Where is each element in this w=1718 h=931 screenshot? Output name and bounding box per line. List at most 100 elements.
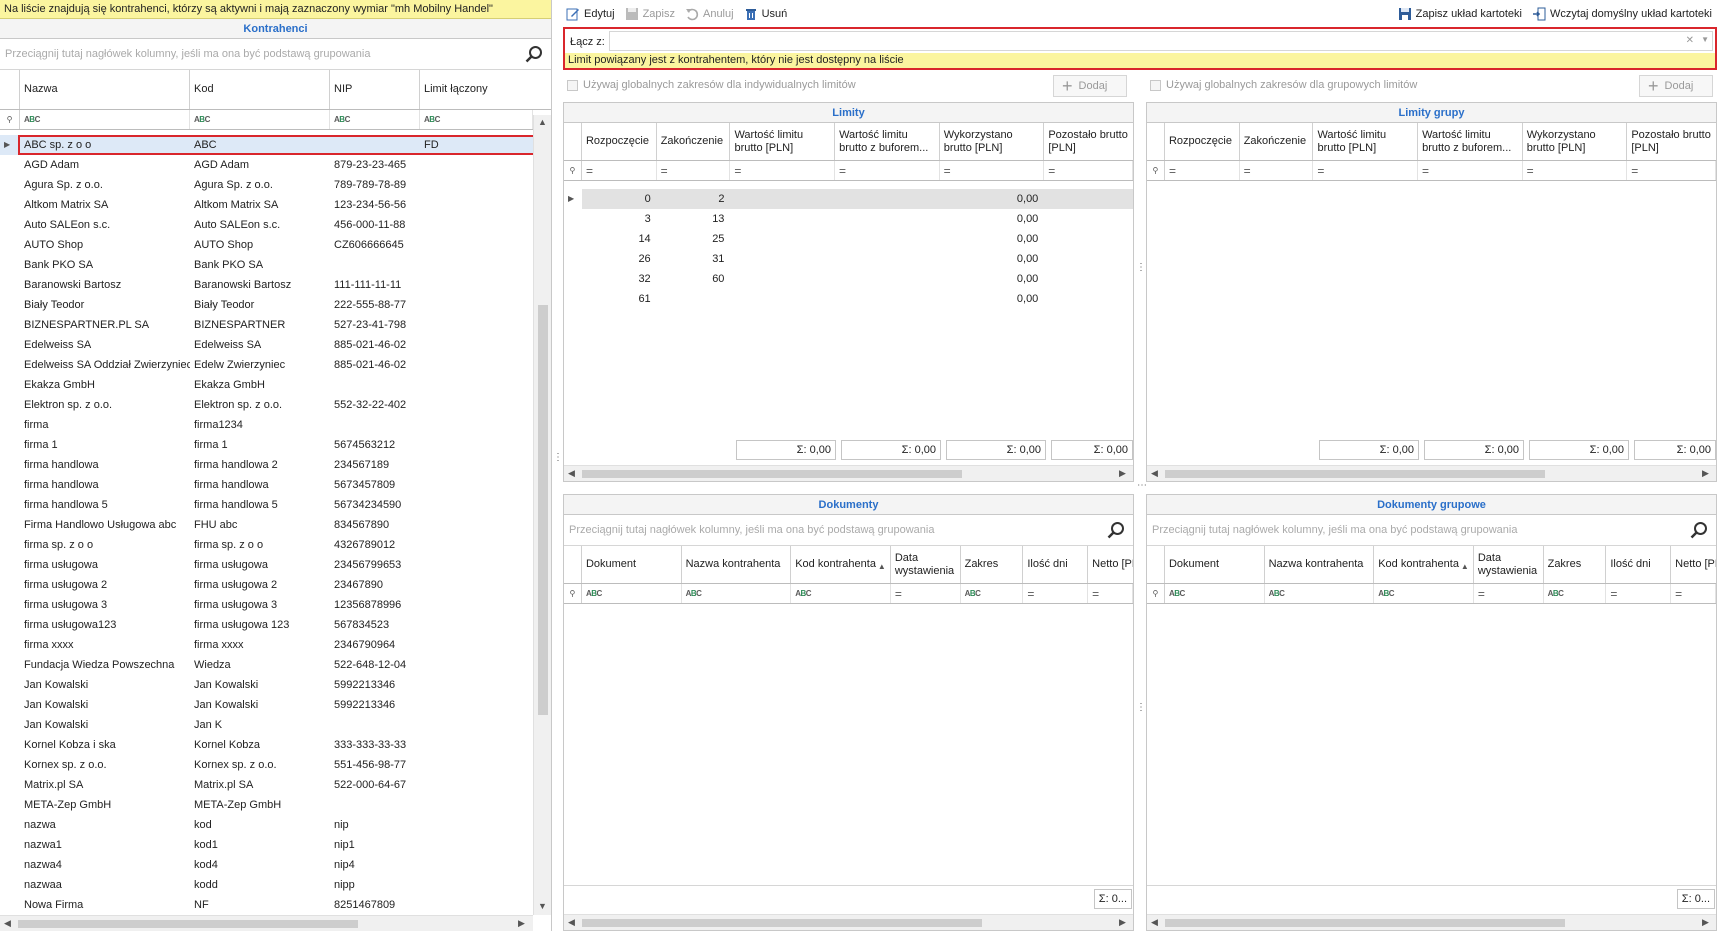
table-row[interactable]: Firma Handlowo Usługowa abc FHU abc 834567… — [0, 515, 533, 535]
table-row[interactable]: Agura Sp. z o.o. Agura Sp. z o.o. 789-789-… — [0, 175, 533, 195]
scroll-left-icon[interactable]: ◀ — [1151, 468, 1158, 479]
group-documents-group-by-panel[interactable]: Przeciągnij tutaj nagłówek kolumny, jeśl… — [1147, 515, 1716, 546]
table-row[interactable]: AGD Adam AGD Adam 879-23-23-465 — [0, 155, 533, 175]
filter-contractor-name[interactable]: ABC — [1265, 584, 1375, 603]
scroll-right-icon[interactable]: ▶ — [1702, 917, 1709, 928]
filter-limit-buffer[interactable]: = — [1418, 161, 1523, 180]
scroll-right-icon[interactable]: ▶ — [1702, 468, 1709, 479]
search-icon[interactable] — [525, 45, 543, 63]
filter-days[interactable]: = — [1023, 584, 1089, 603]
column-header-range[interactable]: Zakres — [1544, 546, 1607, 583]
column-header-remaining[interactable]: Pozostało brutto [PLN] — [1627, 123, 1716, 160]
column-header-net[interactable]: Netto [PLN] — [1088, 546, 1133, 583]
column-header-end[interactable]: Zakończenie — [657, 123, 731, 160]
horizontal-splitter[interactable]: ⋯ — [1127, 481, 1157, 491]
column-header-end[interactable]: Zakończenie — [1240, 123, 1314, 160]
checkbox-box[interactable] — [1150, 79, 1161, 91]
table-row[interactable]: firma firma1234 — [0, 415, 533, 435]
table-row[interactable]: firma xxxx firma xxxx 2346790964 — [0, 635, 533, 655]
filter-contractor-code[interactable]: ABC — [1374, 584, 1474, 603]
filter-end[interactable]: = — [1240, 161, 1314, 180]
column-header-remaining[interactable]: Pozostało brutto [PLN] — [1044, 123, 1133, 160]
column-header-range[interactable]: Zakres — [961, 546, 1024, 583]
filter-nip[interactable]: ABC — [330, 110, 420, 129]
filter-start[interactable]: = — [1165, 161, 1240, 180]
table-row[interactable]: Altkom Matrix SA Altkom Matrix SA 123-234-… — [0, 195, 533, 215]
table-row[interactable]: ▶ 0 2 0,00 — [564, 189, 1133, 209]
filter-kod[interactable]: ABC — [190, 110, 330, 129]
add-limit-button[interactable]: + Dodaj — [1053, 75, 1127, 97]
column-header-nazwa[interactable]: Nazwa — [20, 70, 190, 109]
column-header-days[interactable]: Ilość dni — [1023, 546, 1089, 583]
column-header-issue-date[interactable]: Data wystawienia — [891, 546, 961, 583]
use-global-group-checkbox[interactable]: Używaj globalnych zakresów dla grupowych… — [1150, 79, 1417, 91]
column-header-contractor-code[interactable]: Kod kontrahenta ▲ — [791, 546, 891, 583]
clear-icon[interactable]: ✕ — [1686, 35, 1694, 46]
table-row[interactable]: Bank PKO SA Bank PKO SA — [0, 255, 533, 275]
column-header-limit-buffer[interactable]: Wartość limitu brutto z buforem... — [1418, 123, 1523, 160]
column-header-contractor-name[interactable]: Nazwa kontrahenta — [1265, 546, 1375, 583]
table-row[interactable]: 26 31 0,00 — [564, 249, 1133, 269]
load-layout-button[interactable]: Wczytaj domyślny układ kartoteki — [1532, 7, 1712, 21]
filter-range[interactable]: ABC — [961, 584, 1024, 603]
link-combobox[interactable]: ✕ ▼ — [609, 31, 1713, 51]
table-row[interactable]: Elektron sp. z o.o. Elektron sp. z o.o. 55… — [0, 395, 533, 415]
contractors-horizontal-scrollbar[interactable]: ◀ ▶ — [0, 915, 533, 931]
filter-net[interactable]: = — [1088, 584, 1133, 603]
column-header-days[interactable]: Ilość dni — [1606, 546, 1672, 583]
checkbox-box[interactable] — [567, 79, 578, 91]
filter-issue-date[interactable]: = — [891, 584, 961, 603]
filter-limit-value[interactable]: = — [1313, 161, 1419, 180]
column-header-net[interactable]: Netto [PLN] — [1671, 546, 1716, 583]
table-row[interactable]: 32 60 0,00 — [564, 269, 1133, 289]
table-row[interactable]: Matrix.pl SA Matrix.pl SA 522-000-64-67 — [0, 775, 533, 795]
scroll-left-icon[interactable]: ◀ — [568, 917, 575, 928]
add-group-limit-button[interactable]: + Dodaj — [1639, 75, 1713, 97]
cancel-button[interactable]: Anuluj — [685, 7, 734, 21]
table-row[interactable]: Fundacja Wiedza Powszechna Wiedza 522-648-… — [0, 655, 533, 675]
scroll-left-icon[interactable]: ◀ — [568, 468, 575, 479]
table-row[interactable]: Nowa Firma NF 8251467809 — [0, 895, 533, 915]
vertical-splitter[interactable]: ⋮ — [553, 453, 563, 475]
filter-limit-value[interactable]: = — [730, 161, 836, 180]
table-row[interactable]: nazwa1 kod1 nip1 — [0, 835, 533, 855]
filter-remaining[interactable]: = — [1044, 161, 1133, 180]
scroll-left-icon[interactable]: ◀ — [4, 918, 11, 929]
table-row[interactable]: Jan Kowalski Jan K — [0, 715, 533, 735]
table-row[interactable]: Kornel Kobza i ska Kornel Kobza 333-333-33… — [0, 735, 533, 755]
table-row[interactable]: firma sp. z o o firma sp. z o o 4326789012 — [0, 535, 533, 555]
scroll-right-icon[interactable]: ▶ — [1119, 468, 1126, 479]
save-layout-button[interactable]: Zapisz układ kartoteki — [1398, 7, 1522, 21]
filter-end[interactable]: = — [657, 161, 731, 180]
table-row[interactable]: nazwa4 kod4 nip4 — [0, 855, 533, 875]
filter-limit-buffer[interactable]: = — [835, 161, 940, 180]
table-row[interactable]: Jan Kowalski Jan Kowalski 5992213346 — [0, 675, 533, 695]
chevron-down-icon[interactable]: ▼ — [1701, 35, 1709, 44]
column-header-document[interactable]: Dokument — [582, 546, 682, 583]
table-row[interactable]: Auto SALEon s.c. Auto SALEon s.c. 456-000-… — [0, 215, 533, 235]
table-row[interactable]: 61 0,00 — [564, 289, 1133, 309]
limits-horizontal-scrollbar[interactable]: ◀ ▶ — [564, 465, 1133, 481]
table-row[interactable]: Kornex sp. z o.o. Kornex sp. z o.o. 551-45… — [0, 755, 533, 775]
filter-days[interactable]: = — [1606, 584, 1672, 603]
filter-used[interactable]: = — [1523, 161, 1628, 180]
filter-contractor-code[interactable]: ABC — [791, 584, 891, 603]
column-header-limit-value[interactable]: Wartość limitu brutto [PLN] — [730, 123, 836, 160]
scroll-thumb[interactable] — [1165, 470, 1545, 478]
column-header-nip[interactable]: NIP — [330, 70, 420, 109]
use-global-individual-checkbox[interactable]: Używaj globalnych zakresów dla indywidua… — [567, 79, 856, 91]
save-button[interactable]: Zapisz — [625, 7, 675, 21]
table-row[interactable]: firma usługowa 3 firma usługowa 3 12356878… — [0, 595, 533, 615]
scroll-up-icon[interactable]: ▲ — [538, 117, 547, 127]
table-row[interactable]: Ekakza GmbH Ekakza GmbH — [0, 375, 533, 395]
group-by-panel[interactable]: Przeciągnij tutaj nagłówek kolumny, jeśl… — [0, 39, 551, 70]
filter-net[interactable]: = — [1671, 584, 1716, 603]
column-header-document[interactable]: Dokument — [1165, 546, 1265, 583]
column-header-limit-laczony[interactable]: Limit łączony — [420, 70, 533, 109]
scroll-thumb[interactable] — [582, 470, 962, 478]
column-header-start[interactable]: Rozpoczęcie — [582, 123, 657, 160]
scroll-thumb[interactable] — [582, 919, 982, 927]
table-row[interactable]: BIZNESPARTNER.PL SA BIZNESPARTNER 527-23-4… — [0, 315, 533, 335]
filter-issue-date[interactable]: = — [1474, 584, 1544, 603]
scroll-right-icon[interactable]: ▶ — [518, 918, 525, 929]
